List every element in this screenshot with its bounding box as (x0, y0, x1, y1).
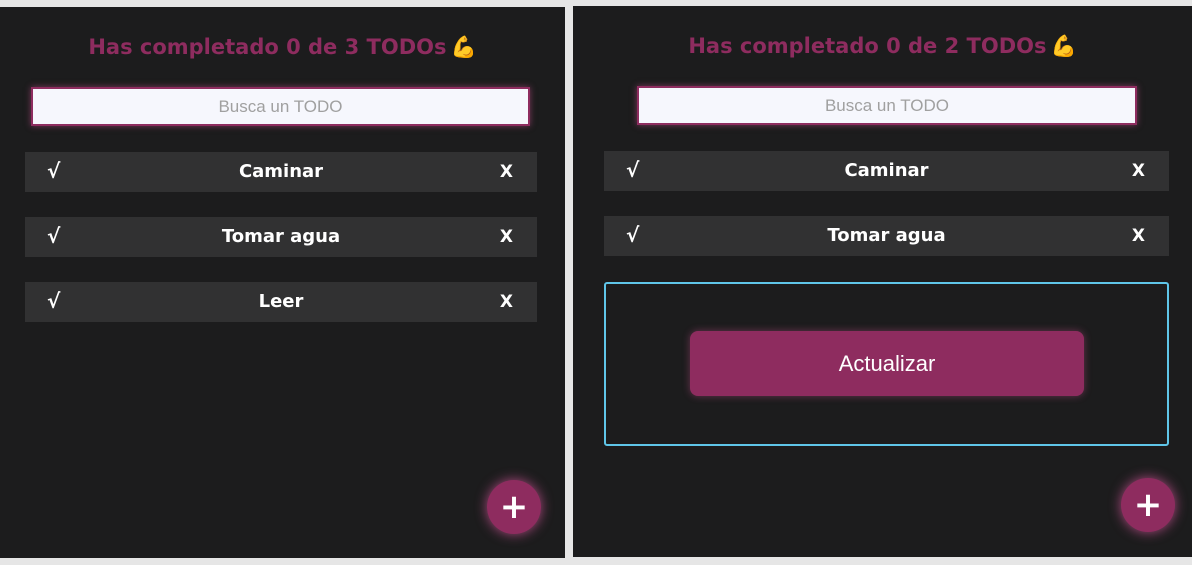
search-input[interactable] (31, 87, 530, 126)
todo-item: √ Leer X (25, 282, 537, 322)
flexed-biceps-icon: 💪 (1050, 34, 1077, 58)
todo-item-text[interactable]: Caminar (25, 161, 537, 182)
todo-counter-text: Has completado 0 de 3 TODOs (88, 35, 447, 59)
add-todo-button[interactable]: + (1121, 478, 1175, 532)
todo-app-panel-right: Has completado 0 de 2 TODOs💪 √ Caminar X… (573, 6, 1192, 557)
todo-counter-text: Has completado 0 de 2 TODOs (688, 34, 1047, 58)
search-input[interactable] (637, 86, 1137, 125)
todo-item-text[interactable]: Caminar (604, 160, 1169, 181)
todo-item: √ Caminar X (25, 152, 537, 192)
todo-item-text[interactable]: Leer (25, 291, 537, 312)
update-button[interactable]: Actualizar (690, 331, 1084, 396)
todo-item-text[interactable]: Tomar agua (25, 226, 537, 247)
delete-button[interactable]: X (500, 227, 513, 247)
delete-button[interactable]: X (1132, 226, 1145, 246)
todo-counter: Has completado 0 de 2 TODOs 💪 (573, 34, 1192, 59)
delete-button[interactable]: X (500, 292, 513, 312)
todo-app-panel-left: Has completado 0 de 3 TODOs💪 √ Caminar X… (0, 7, 565, 558)
todo-item: √ Tomar agua X (25, 217, 537, 257)
add-todo-button[interactable]: + (487, 480, 541, 534)
todo-item: √ Tomar agua X (604, 216, 1169, 256)
flexed-biceps-icon: 💪 (450, 35, 477, 59)
delete-button[interactable]: X (500, 162, 513, 182)
todo-item-text[interactable]: Tomar agua (604, 225, 1169, 246)
todo-item: √ Caminar X (604, 151, 1169, 191)
delete-button[interactable]: X (1132, 161, 1145, 181)
edit-todo-form: Actualizar (604, 282, 1169, 446)
todo-counter: Has completado 0 de 3 TODOs 💪 (0, 35, 565, 60)
